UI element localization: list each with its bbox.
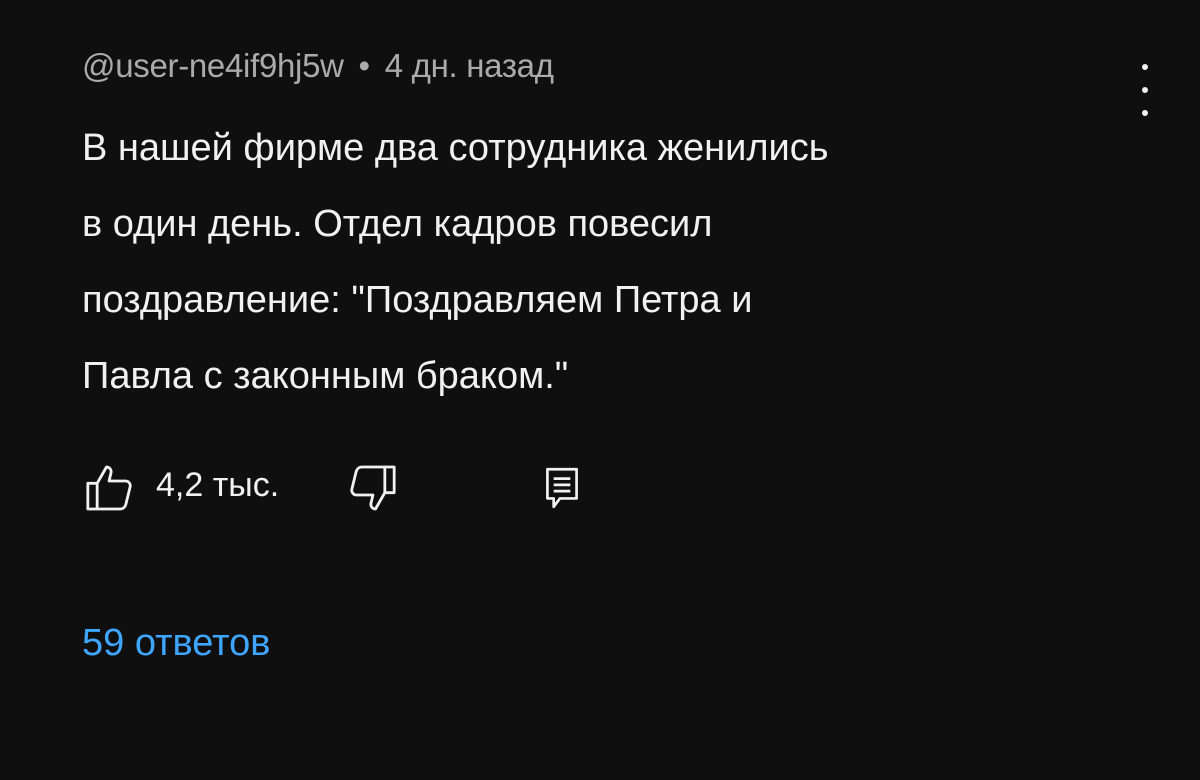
meta-separator: •	[358, 47, 371, 84]
author-handle[interactable]: @user-ne4if9hj5w	[82, 47, 344, 84]
more-vert-icon	[1142, 64, 1148, 70]
comment-item: @user-ne4if9hj5w • 4 дн. назад В нашей ф…	[0, 0, 1200, 780]
comment-meta: @user-ne4if9hj5w • 4 дн. назад	[82, 47, 554, 85]
comment-text-line: поздравление: "Поздравляем Петра и	[82, 279, 753, 321]
comment-text-line: в один день. Отдел кадров повесил	[82, 203, 713, 245]
dislike-button[interactable]	[344, 460, 400, 516]
thumb-down-icon	[350, 465, 396, 511]
like-button[interactable]	[82, 460, 138, 516]
like-count: 4,2 тыс.	[156, 466, 280, 504]
comment-text-line: В нашей фирме два сотрудника женились	[82, 127, 829, 169]
comment-time[interactable]: 4 дн. назад	[385, 47, 554, 84]
comment-icon	[546, 467, 578, 509]
comment-actions: 4,2 тыс.	[82, 460, 782, 520]
replies-link[interactable]: 59 ответов	[82, 622, 270, 665]
reply-button[interactable]	[537, 460, 587, 516]
comment-text-line: Павла с законным браком."	[82, 355, 569, 397]
comment-text: В нашей фирме два сотрудника женились в …	[82, 110, 1132, 414]
thumb-up-icon	[86, 465, 132, 511]
